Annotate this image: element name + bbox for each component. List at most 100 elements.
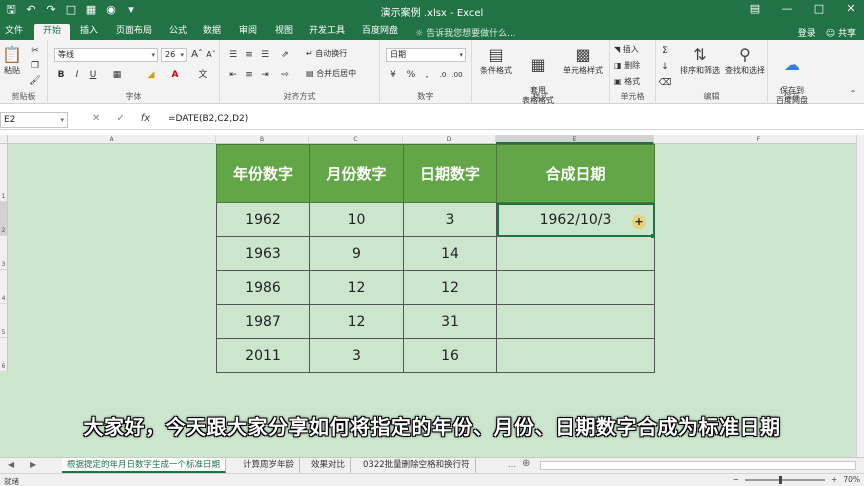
font-size-select[interactable]: 26 ▾: [161, 48, 187, 62]
align-center-icon[interactable]: ≡: [242, 68, 256, 82]
zoom-slider[interactable]: [745, 475, 826, 484]
sheet-tab-standard-date[interactable]: 根据提定的年月日数字生成一个标准日期: [62, 458, 227, 473]
cell-c5[interactable]: 12: [309, 304, 404, 339]
percent-icon[interactable]: %: [404, 68, 418, 82]
decrease-font-icon[interactable]: Aˇ: [204, 48, 218, 62]
align-top-icon[interactable]: ☰: [226, 48, 240, 62]
cut-icon[interactable]: ✂: [28, 44, 42, 58]
cell-styles-button[interactable]: ▩ 单元格样式: [558, 44, 608, 76]
row-header-3[interactable]: 3: [0, 236, 8, 270]
share-button[interactable]: ☺ 共享: [826, 26, 856, 39]
add-sheet-icon[interactable]: ⊕: [522, 458, 530, 469]
prev-sheet-icon[interactable]: ◀: [8, 460, 14, 469]
row-header-5[interactable]: 5: [0, 304, 8, 338]
tab-view[interactable]: 视图: [270, 24, 298, 40]
column-header-f[interactable]: F: [654, 135, 864, 144]
phonetic-icon[interactable]: 文: [196, 68, 210, 82]
copy-icon[interactable]: ❐: [28, 59, 42, 73]
bold-button[interactable]: B: [54, 68, 68, 82]
delete-cells-button[interactable]: ◨ 删除: [614, 60, 640, 71]
align-left-icon[interactable]: ⇤: [226, 68, 240, 82]
fill-handle[interactable]: [651, 234, 655, 238]
cell-e3[interactable]: [496, 236, 655, 271]
paste-button[interactable]: 📋 粘贴: [0, 44, 24, 76]
tab-developer[interactable]: 开发工具: [306, 24, 348, 40]
tell-me-search[interactable]: ☼ 告诉我您想要做什么...: [415, 26, 516, 39]
column-header-d[interactable]: D: [403, 135, 496, 144]
row-header-2[interactable]: 2: [0, 202, 8, 236]
tab-review[interactable]: 审阅: [234, 24, 262, 40]
zoom-thumb[interactable]: [779, 475, 783, 484]
header-cell-year[interactable]: 年份数字: [216, 144, 310, 203]
cell-c3[interactable]: 9: [309, 236, 404, 271]
underline-button[interactable]: U: [86, 68, 100, 82]
fill-icon[interactable]: ↓: [658, 60, 672, 74]
cell-e6[interactable]: [496, 338, 655, 373]
conditional-format-button[interactable]: ▤ 条件格式: [476, 44, 516, 76]
autosum-icon[interactable]: Σ: [658, 44, 672, 58]
column-header-c[interactable]: C: [309, 135, 403, 144]
format-painter-icon[interactable]: 🖌: [28, 74, 42, 88]
tab-formulas[interactable]: 公式: [164, 24, 192, 40]
header-cell-day[interactable]: 日期数字: [403, 144, 497, 203]
cell-d3[interactable]: 14: [403, 236, 497, 271]
row-header-6[interactable]: 6: [0, 338, 8, 372]
cell-e5[interactable]: [496, 304, 655, 339]
cell-b3[interactable]: 1963: [216, 236, 310, 271]
close-icon[interactable]: ✕: [844, 2, 858, 15]
cell-d2[interactable]: 3: [403, 202, 497, 237]
zoom-in-icon[interactable]: +: [831, 475, 837, 484]
currency-icon[interactable]: ¥: [386, 68, 400, 82]
cell-e4[interactable]: [496, 270, 655, 305]
number-format-select[interactable]: 日期 ▾: [386, 48, 466, 62]
cell-b4[interactable]: 1986: [216, 270, 310, 305]
collapse-ribbon-icon[interactable]: ⌃: [846, 87, 860, 101]
font-name-select[interactable]: 等线 ▾: [54, 48, 158, 62]
tab-baidu[interactable]: 百度网盘: [356, 24, 404, 40]
sort-filter-button[interactable]: ⇅ 排序和筛选: [676, 44, 724, 76]
more-sheets-icon[interactable]: …: [508, 460, 516, 469]
maximize-icon[interactable]: □: [812, 2, 826, 15]
worksheet-grid[interactable]: A B C D E F 1 2 3 4 5 6 年份数字 月份数字 日期数字 合…: [0, 135, 864, 457]
border-icon[interactable]: ▦: [110, 68, 124, 82]
decrease-decimal-icon[interactable]: .00: [450, 68, 464, 82]
align-middle-icon[interactable]: ≡: [242, 48, 256, 62]
cell-b6[interactable]: 2011: [216, 338, 310, 373]
cell-c6[interactable]: 3: [309, 338, 404, 373]
cell-d4[interactable]: 12: [403, 270, 497, 305]
tab-home[interactable]: 开始: [34, 24, 70, 40]
column-header-a[interactable]: A: [8, 135, 216, 144]
align-bottom-icon[interactable]: ☰: [258, 48, 272, 62]
fill-color-icon[interactable]: ◢: [144, 68, 158, 82]
cancel-icon[interactable]: ✕: [92, 113, 100, 124]
sheet-tab-age[interactable]: 计算周岁年龄: [238, 458, 301, 473]
tab-page-layout[interactable]: 页面布局: [110, 24, 158, 40]
cell-c2[interactable]: 10: [309, 202, 404, 237]
zoom-out-icon[interactable]: −: [733, 475, 739, 484]
fx-icon[interactable]: fx: [141, 113, 150, 124]
clear-icon[interactable]: ⌫: [658, 76, 672, 90]
insert-cells-button[interactable]: ◥ 插入: [614, 44, 639, 55]
font-color-icon[interactable]: A: [168, 68, 182, 82]
ribbon-display-icon[interactable]: ▤: [748, 2, 762, 15]
cell-c4[interactable]: 12: [309, 270, 404, 305]
column-header-e[interactable]: E: [496, 135, 654, 144]
minimize-icon[interactable]: —: [780, 2, 794, 15]
formula-input[interactable]: =DATE(B2,C2,D2): [168, 114, 248, 124]
comma-icon[interactable]: ,: [420, 68, 434, 82]
row-header-1[interactable]: 1: [0, 144, 8, 202]
cell-b5[interactable]: 1987: [216, 304, 310, 339]
next-sheet-icon[interactable]: ▶: [30, 460, 36, 469]
tab-data[interactable]: 数据: [198, 24, 226, 40]
check-icon[interactable]: ✓: [116, 113, 124, 124]
cell-d5[interactable]: 31: [403, 304, 497, 339]
increase-decimal-icon[interactable]: .0: [436, 68, 450, 82]
header-cell-date[interactable]: 合成日期: [496, 144, 655, 203]
zoom-level[interactable]: 70%: [843, 475, 860, 484]
cell-e2[interactable]: 1962/10/3: [496, 202, 655, 237]
format-cells-button[interactable]: ▣ 格式: [614, 76, 640, 87]
column-header-b[interactable]: B: [216, 135, 309, 144]
cell-b2[interactable]: 1962: [216, 202, 310, 237]
select-all-corner[interactable]: [0, 135, 8, 144]
italic-button[interactable]: I: [70, 68, 84, 82]
